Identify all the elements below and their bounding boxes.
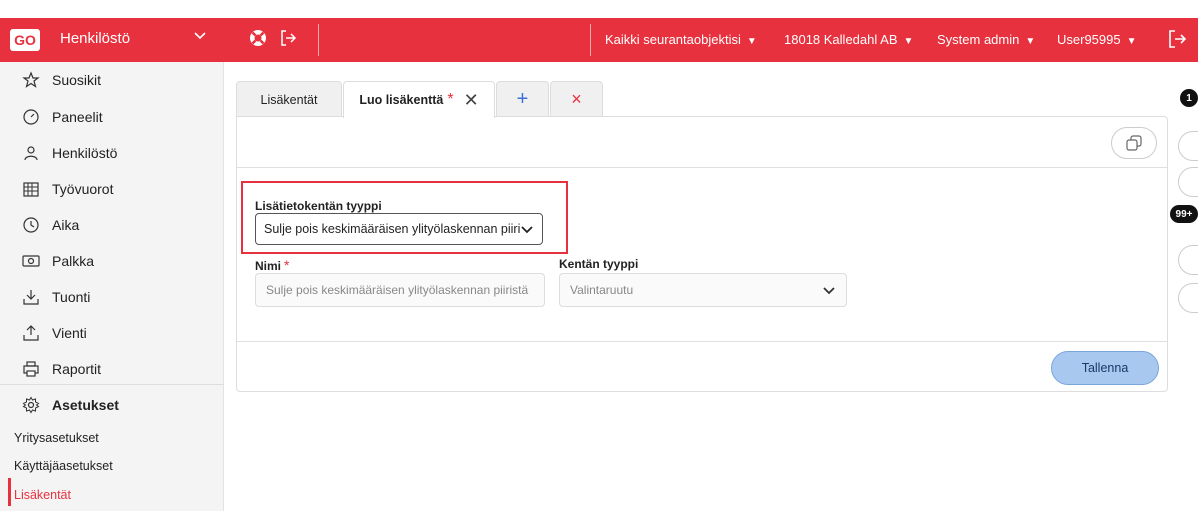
gear-icon: [22, 396, 40, 414]
sidebar-item-salary[interactable]: Palkka: [0, 243, 224, 279]
count-badge: 99+: [1170, 205, 1198, 223]
sidebar-item-favorites[interactable]: Suosikit: [0, 62, 224, 98]
sidebar-subitem-additional-fields[interactable]: Lisäkentät: [14, 488, 71, 502]
close-tab-icon[interactable]: ✕: [464, 90, 479, 111]
people-icon: [22, 144, 40, 162]
header-divider: [318, 24, 319, 56]
sidebar-subitem-company-settings[interactable]: Yritysasetukset: [14, 431, 99, 445]
logout-icon[interactable]: [1166, 28, 1188, 50]
calendar-icon: [22, 180, 40, 198]
caret-down-icon: ▼: [903, 36, 914, 47]
app-logo[interactable]: GO: [10, 29, 40, 51]
tab-label: Lisäkentät: [260, 92, 318, 107]
chevron-down-icon: [521, 226, 533, 234]
sidebar-item-time[interactable]: Aika: [0, 207, 224, 243]
clock-icon: [22, 216, 40, 234]
sidebar-item-label: Henkilöstö: [52, 145, 118, 161]
sidebar-item-dashboards[interactable]: Paneelit: [0, 99, 224, 135]
panel-divider: [237, 341, 1167, 342]
caret-down-icon: ▼: [1025, 36, 1036, 47]
field-type-label: Lisätietokentän tyyppi: [255, 199, 382, 213]
money-icon: [22, 252, 40, 270]
select-value: Valintaruutu: [570, 283, 634, 297]
tracking-objects-menu[interactable]: Kaikki seurantaobjektisi ▼: [605, 32, 757, 47]
header-divider: [590, 24, 591, 56]
form-panel: Lisätietokentän tyyppi Sulje pois keskim…: [236, 116, 1168, 392]
copy-icon: [1126, 135, 1142, 151]
sidebar-item-settings[interactable]: Asetukset: [0, 387, 224, 423]
app-switch-chevron-icon[interactable]: [192, 28, 208, 49]
rail-button-learning[interactable]: [1178, 167, 1198, 197]
select-value: Sulje pois keskimääräisen ylityölaskenna…: [264, 222, 520, 236]
nav-label: User95995: [1057, 32, 1121, 47]
sidebar-item-label: Raportit: [52, 361, 102, 377]
caret-down-icon: ▼: [746, 36, 757, 47]
sidebar: Suosikit Paneelit Henkilöstö Työvuorot A…: [0, 62, 224, 511]
sidebar-divider: [0, 384, 224, 385]
lifebuoy-help-icon[interactable]: [248, 28, 268, 48]
app-name[interactable]: Henkilöstö: [60, 30, 130, 47]
panel-divider: [237, 167, 1167, 168]
sidebar-item-shifts[interactable]: Työvuorot: [0, 171, 224, 207]
app-header: GO Henkilöstö Kaikki seurantaobjektisi ▼ …: [0, 18, 1198, 62]
sidebar-item-label: Työvuorot: [52, 181, 114, 197]
import-icon: [22, 288, 40, 306]
sidebar-item-label: Vienti: [52, 325, 87, 341]
logout-arrow-icon[interactable]: [278, 28, 298, 48]
rail-button-messages[interactable]: [1178, 245, 1198, 275]
sidebar-item-label: Asetukset: [52, 397, 119, 413]
role-menu[interactable]: System admin ▼: [937, 32, 1035, 47]
copy-button[interactable]: [1111, 127, 1157, 159]
name-input[interactable]: Sulje pois keskimääräisen ylityölaskenna…: [255, 273, 545, 307]
add-tab-button[interactable]: +: [496, 81, 549, 117]
star-icon: [22, 71, 40, 89]
tab-additional-fields[interactable]: Lisäkentät: [236, 81, 342, 117]
nav-label: Kaikki seurantaobjektisi: [605, 32, 741, 47]
nav-label: System admin: [937, 32, 1020, 47]
rail-button-documents[interactable]: [1178, 283, 1198, 313]
name-label-text: Nimi: [255, 259, 282, 273]
sidebar-item-label: Suosikit: [52, 72, 102, 88]
kentan-tyyppi-select[interactable]: Valintaruutu: [559, 273, 847, 307]
sidebar-item-staff[interactable]: Henkilöstö: [0, 135, 224, 171]
sidebar-item-import[interactable]: Tuonti: [0, 279, 224, 315]
sidebar-subitem-user-settings[interactable]: Käyttäjäasetukset: [14, 459, 113, 473]
active-indicator: [8, 478, 11, 506]
sidebar-item-label: Palkka: [52, 253, 95, 269]
tab-create-additional-field[interactable]: Luo lisäkenttä * ✕: [343, 81, 495, 118]
required-mark: *: [284, 257, 290, 273]
gauge-icon: [22, 108, 40, 126]
nav-label: 18018 Kalledahl AB: [784, 32, 898, 47]
close-all-tabs-button[interactable]: ×: [550, 81, 603, 117]
sidebar-item-label: Aika: [52, 217, 80, 233]
sidebar-item-export[interactable]: Vienti: [0, 315, 224, 351]
rail-button-help[interactable]: [1178, 131, 1198, 161]
company-menu[interactable]: 18018 Kalledahl AB ▼: [784, 32, 913, 47]
chevron-down-icon: [823, 287, 835, 295]
tab-label: Luo lisäkenttä: [359, 93, 444, 107]
caret-down-icon: ▼: [1126, 36, 1137, 47]
export-icon: [22, 324, 40, 342]
save-button[interactable]: Tallenna: [1051, 351, 1159, 385]
sidebar-item-reports[interactable]: Raportit: [0, 351, 224, 387]
sidebar-item-label: Tuonti: [52, 289, 91, 305]
kentan-tyyppi-label: Kentän tyyppi: [559, 257, 639, 271]
notification-badge: 1: [1180, 89, 1198, 107]
sidebar-item-label: Paneelit: [52, 109, 103, 125]
field-type-select[interactable]: Sulje pois keskimääräisen ylityölaskenna…: [255, 213, 543, 245]
right-rail: 1 99+: [1170, 81, 1198, 511]
printer-icon: [22, 360, 40, 378]
name-label: Nimi *: [255, 257, 289, 273]
user-menu[interactable]: User95995 ▼: [1057, 32, 1137, 47]
unsaved-star-icon: *: [447, 91, 454, 108]
